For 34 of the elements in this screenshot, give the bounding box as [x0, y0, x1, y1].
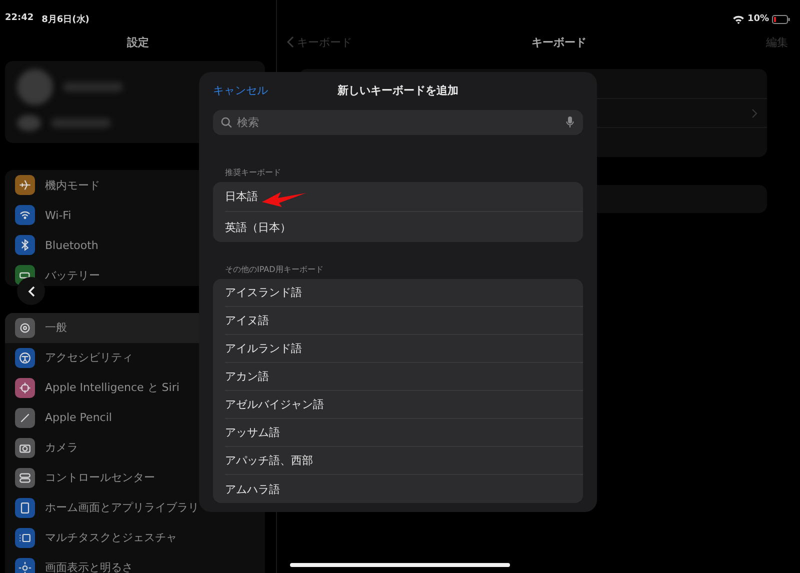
sidebar-item[interactable]: マルチタスクとジェスチャ	[5, 522, 265, 553]
status-time: 22:42	[5, 13, 34, 25]
microphone-icon[interactable]	[566, 116, 574, 128]
search-icon	[221, 117, 232, 128]
status-date: 8月6日(水)	[42, 13, 90, 26]
keyboard-option[interactable]: アゼルバイジャン語	[225, 391, 583, 419]
chevron-left-icon	[287, 36, 294, 48]
keyboard-option[interactable]: アイルランド語	[225, 335, 583, 363]
section-header: その他のIPAD用キーボード	[224, 264, 324, 276]
sheet-title: 新しいキーボードを追加	[338, 82, 458, 98]
keyboard-option[interactable]: アムハラ語	[225, 475, 583, 503]
search-field[interactable]: 検索	[213, 110, 583, 135]
blurred-thumbnail	[17, 114, 41, 131]
keyboard-option[interactable]: アパッチ語、西部	[225, 447, 583, 475]
battery-percent: 10%	[747, 14, 769, 24]
sidebar-title: 設定	[126, 35, 150, 52]
keyboard-option[interactable]: アッサム語	[225, 419, 583, 447]
chevron-icon	[752, 108, 757, 118]
blurred-name	[63, 82, 123, 92]
keyboard-option[interactable]: アイヌ語	[225, 307, 583, 335]
keyboard-option[interactable]: 英語（日本）	[225, 212, 583, 242]
section-header: 推奨キーボード	[224, 167, 282, 179]
cancel-button[interactable]: キャンセル	[213, 82, 268, 98]
chevron-left-icon	[28, 286, 34, 296]
blurred-text	[51, 118, 111, 128]
pointer-arrow	[261, 190, 307, 208]
keyboard-option[interactable]: アカン語	[225, 363, 583, 391]
page-title: キーボード	[530, 34, 588, 50]
keyboard-option[interactable]: アイスランド語	[225, 279, 583, 307]
wifi-icon	[733, 14, 744, 24]
avatar	[17, 68, 53, 105]
back-button[interactable]	[17, 277, 45, 305]
battery-icon	[772, 14, 790, 24]
sidebar-item[interactable]: 画面表示と明るさ	[5, 552, 265, 573]
